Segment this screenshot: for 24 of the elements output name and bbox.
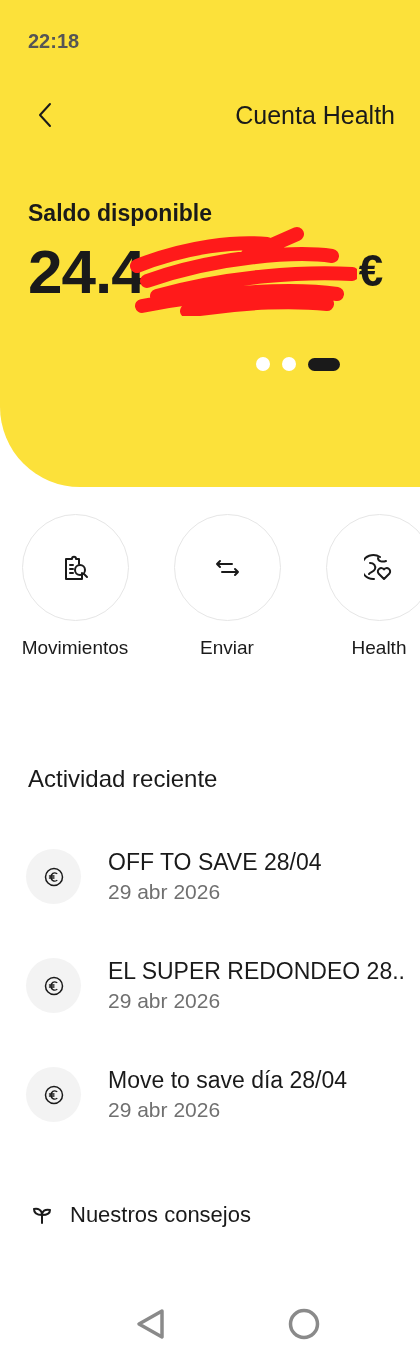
euro-icon bbox=[43, 975, 64, 996]
nav-home-icon bbox=[288, 1308, 320, 1340]
tips-title: Nuestros consejos bbox=[70, 1202, 251, 1228]
page-indicator[interactable] bbox=[308, 357, 340, 371]
nav-back-icon bbox=[134, 1307, 166, 1341]
status-time: 22:18 bbox=[28, 30, 80, 53]
transaction-title: EL SUPER REDONDEO 28.. bbox=[108, 958, 405, 985]
action-label: Movimientos bbox=[21, 637, 129, 659]
action-label: Enviar bbox=[200, 637, 254, 659]
section-title: Actividad reciente bbox=[28, 765, 219, 793]
sprout-icon bbox=[32, 1206, 52, 1224]
transaction-date: 29 abr 2026 bbox=[108, 1098, 222, 1122]
globe-heart-icon bbox=[364, 552, 394, 583]
action-label: Health bbox=[351, 637, 407, 659]
balance-label: Saldo disponible bbox=[28, 200, 212, 227]
euro-icon bbox=[43, 866, 64, 887]
euro-icon bbox=[43, 1084, 64, 1105]
transaction-title: OFF TO SAVE 28/04 bbox=[108, 849, 322, 876]
back-icon bbox=[38, 102, 52, 128]
currency-symbol: € bbox=[358, 246, 384, 296]
transaction-title: Move to save día 28/04 bbox=[108, 1067, 348, 1094]
transaction-date: 29 abr 2026 bbox=[108, 989, 222, 1013]
transaction-date: 29 abr 2026 bbox=[108, 880, 222, 904]
screen-title: Cuenta Health bbox=[235, 100, 395, 130]
